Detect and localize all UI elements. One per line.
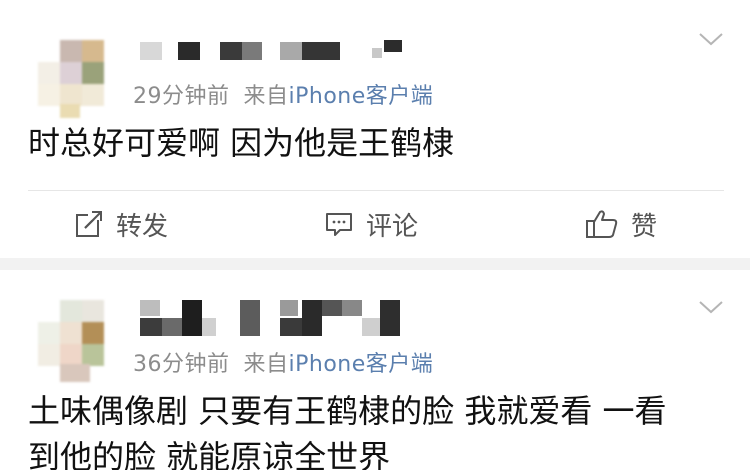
chevron-down-icon[interactable] [698, 298, 724, 316]
like-button[interactable]: 赞 [585, 202, 657, 246]
comment-label: 评论 [366, 211, 419, 242]
comment-time: 29分钟前 [133, 84, 230, 109]
username[interactable] [140, 40, 405, 62]
comment-meta: 36分钟前 来自iPhone客户端 [133, 346, 433, 378]
card-separator [0, 258, 750, 270]
like-label: 赞 [631, 211, 658, 242]
comment-card: 36分钟前 来自iPhone客户端 土味偶像剧 只要有王鹤棣的脸 我就爱看 一看 … [0, 270, 750, 470]
username[interactable] [140, 300, 402, 336]
comment-time: 36分钟前 [133, 352, 230, 377]
weibo-comment-feed: 29分钟前 来自iPhone客户端 时总好可爱啊 因为他是王鹤棣 转发 评论 赞… [0, 0, 750, 470]
source-prefix: 来自 [243, 84, 289, 109]
share-edit-icon [76, 210, 102, 237]
avatar[interactable] [24, 298, 112, 384]
repost-label: 转发 [116, 211, 169, 242]
source-prefix: 来自 [243, 352, 289, 377]
comment-text: 土味偶像剧 只要有王鹤棣的脸 我就爱看 一看 到他的脸 就能原谅全世界 [28, 392, 667, 470]
repost-button[interactable]: 转发 [74, 202, 168, 246]
comment-text: 时总好可爱啊 因为他是王鹤棣 [28, 124, 455, 162]
divider [28, 190, 724, 191]
comment-bubble-icon [326, 213, 352, 236]
avatar[interactable] [30, 34, 118, 120]
comment-meta: 29分钟前 来自iPhone客户端 [133, 78, 433, 110]
comment-button[interactable]: 评论 [324, 202, 418, 246]
comment-card: 29分钟前 来自iPhone客户端 时总好可爱啊 因为他是王鹤棣 转发 评论 赞 [0, 0, 750, 258]
thumbs-up-icon [586, 210, 618, 238]
source-app-link[interactable]: iPhone客户端 [289, 84, 434, 109]
source-app-link[interactable]: iPhone客户端 [289, 352, 434, 377]
chevron-down-icon[interactable] [698, 30, 724, 48]
